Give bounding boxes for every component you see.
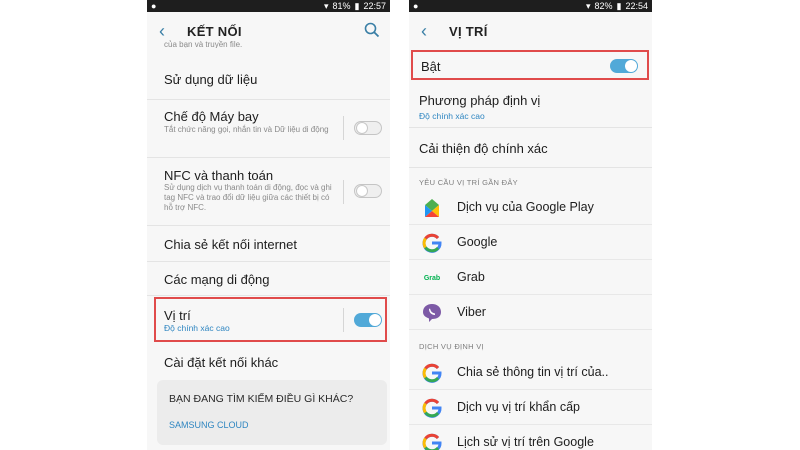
connections-screen: ● ▾ 81% ▮ 22:57 ‹ KẾT NỐI của bạn và tru… xyxy=(147,0,390,450)
back-arrow-icon[interactable]: ‹ xyxy=(421,21,427,41)
service-row[interactable]: Chia sẻ thông tin vị trí của.. xyxy=(409,355,652,390)
clock: 22:54 xyxy=(625,1,648,11)
battery-percent: 81% xyxy=(332,1,351,11)
app-row[interactable]: Dịch vụ của Google Play xyxy=(409,190,652,225)
google-icon xyxy=(422,398,442,418)
status-bar: ● ▾ 82% ▮ 22:54 xyxy=(409,0,652,12)
app-name: Viber xyxy=(457,305,486,319)
row-label: Chia sẻ kết nối internet xyxy=(164,237,297,252)
row-label: NFC và thanh toán xyxy=(164,168,274,183)
airplane-mode-toggle[interactable] xyxy=(354,121,382,135)
service-row[interactable]: Dịch vụ vị trí khẩn cấp xyxy=(409,390,652,425)
battery-icon: ▮ xyxy=(354,0,360,11)
setting-hotspot-tethering[interactable]: Chia sẻ kết nối internet xyxy=(147,226,390,262)
row-label: Sử dụng dữ liệu xyxy=(164,72,258,87)
card-title: BẠN ĐANG TÌM KIẾM ĐIỀU GÌ KHÁC? xyxy=(169,393,354,405)
highlight-box xyxy=(411,50,649,80)
setting-airplane-mode[interactable]: Chế độ Máy bay Tắt chức năng gọi, nhắn t… xyxy=(147,100,390,158)
app-name: Dịch vụ của Google Play xyxy=(457,200,594,214)
divider xyxy=(343,116,344,140)
section-header-services: DỊCH VỤ ĐỊNH VỊ xyxy=(419,342,484,351)
nfc-toggle[interactable] xyxy=(354,184,382,198)
locating-method[interactable]: Phương pháp định vị Độ chính xác cao xyxy=(409,84,652,128)
row-description: Sử dụng dịch vụ thanh toán di động, đọc … xyxy=(164,183,332,212)
status-bar: ● ▾ 81% ▮ 22:57 xyxy=(147,0,390,12)
back-arrow-icon[interactable]: ‹ xyxy=(159,21,165,41)
search-icon[interactable] xyxy=(364,22,380,38)
row-label: Cài đặt kết nối khác xyxy=(164,355,279,370)
suggestion-card: BẠN ĐANG TÌM KIẾM ĐIỀU GÌ KHÁC? SAMSUNG … xyxy=(157,380,387,445)
google-icon xyxy=(422,233,442,253)
row-label: Cải thiện độ chính xác xyxy=(419,141,548,156)
google-icon xyxy=(422,363,442,383)
row-description: Độ chính xác cao xyxy=(419,111,485,121)
google-play-services-icon xyxy=(425,199,439,217)
google-icon xyxy=(422,433,442,450)
row-description: Tắt chức năng gọi, nhắn tin và Dữ liệu d… xyxy=(164,125,329,134)
setting-data-usage[interactable]: Sử dụng dữ liệu xyxy=(147,56,390,100)
section-header-recent: YÊU CẦU VỊ TRÍ GẦN ĐÂY xyxy=(419,178,518,187)
service-name: Chia sẻ thông tin vị trí của.. xyxy=(457,365,609,379)
page-title: KẾT NỐI xyxy=(187,24,242,39)
setting-nfc-payment[interactable]: NFC và thanh toán Sử dụng dịch vụ thanh … xyxy=(147,158,390,226)
grab-icon: Grab xyxy=(423,274,441,282)
app-name: Grab xyxy=(457,270,485,284)
app-row[interactable]: Viber xyxy=(409,295,652,330)
battery-percent: 82% xyxy=(594,1,613,11)
app-name: Google xyxy=(457,235,498,249)
app-row[interactable]: Grab Grab xyxy=(409,260,652,295)
cut-off-description: của bạn và truyền file. xyxy=(164,40,243,48)
notification-icon: ● xyxy=(151,1,157,11)
setting-mobile-networks[interactable]: Các mạng di động xyxy=(147,262,390,296)
service-name: Dịch vụ vị trí khẩn cấp xyxy=(457,400,580,414)
improve-accuracy[interactable]: Cải thiện độ chính xác xyxy=(409,128,652,168)
wifi-icon: ▾ xyxy=(323,0,329,11)
wifi-icon: ▾ xyxy=(585,0,591,11)
row-label: Chế độ Máy bay xyxy=(164,109,259,124)
samsung-cloud-link[interactable]: SAMSUNG CLOUD xyxy=(169,420,249,430)
location-screen: ● ▾ 82% ▮ 22:54 ‹ VỊ TRÍ Bật Phương pháp… xyxy=(409,0,652,450)
service-name: Lịch sử vị trí trên Google xyxy=(457,435,594,449)
viber-icon xyxy=(423,304,441,322)
highlight-box xyxy=(154,297,387,342)
setting-more-connections[interactable]: Cài đặt kết nối khác xyxy=(147,344,390,380)
clock: 22:57 xyxy=(363,1,386,11)
divider xyxy=(343,180,344,204)
app-row[interactable]: Google xyxy=(409,225,652,260)
row-label: Các mạng di động xyxy=(164,272,270,287)
battery-icon: ▮ xyxy=(616,0,622,11)
service-row[interactable]: Lịch sử vị trí trên Google xyxy=(409,425,652,450)
row-label: Phương pháp định vị xyxy=(419,93,541,108)
page-title: VỊ TRÍ xyxy=(449,24,488,39)
app-bar: ‹ VỊ TRÍ xyxy=(409,12,652,50)
notification-icon: ● xyxy=(413,1,419,11)
